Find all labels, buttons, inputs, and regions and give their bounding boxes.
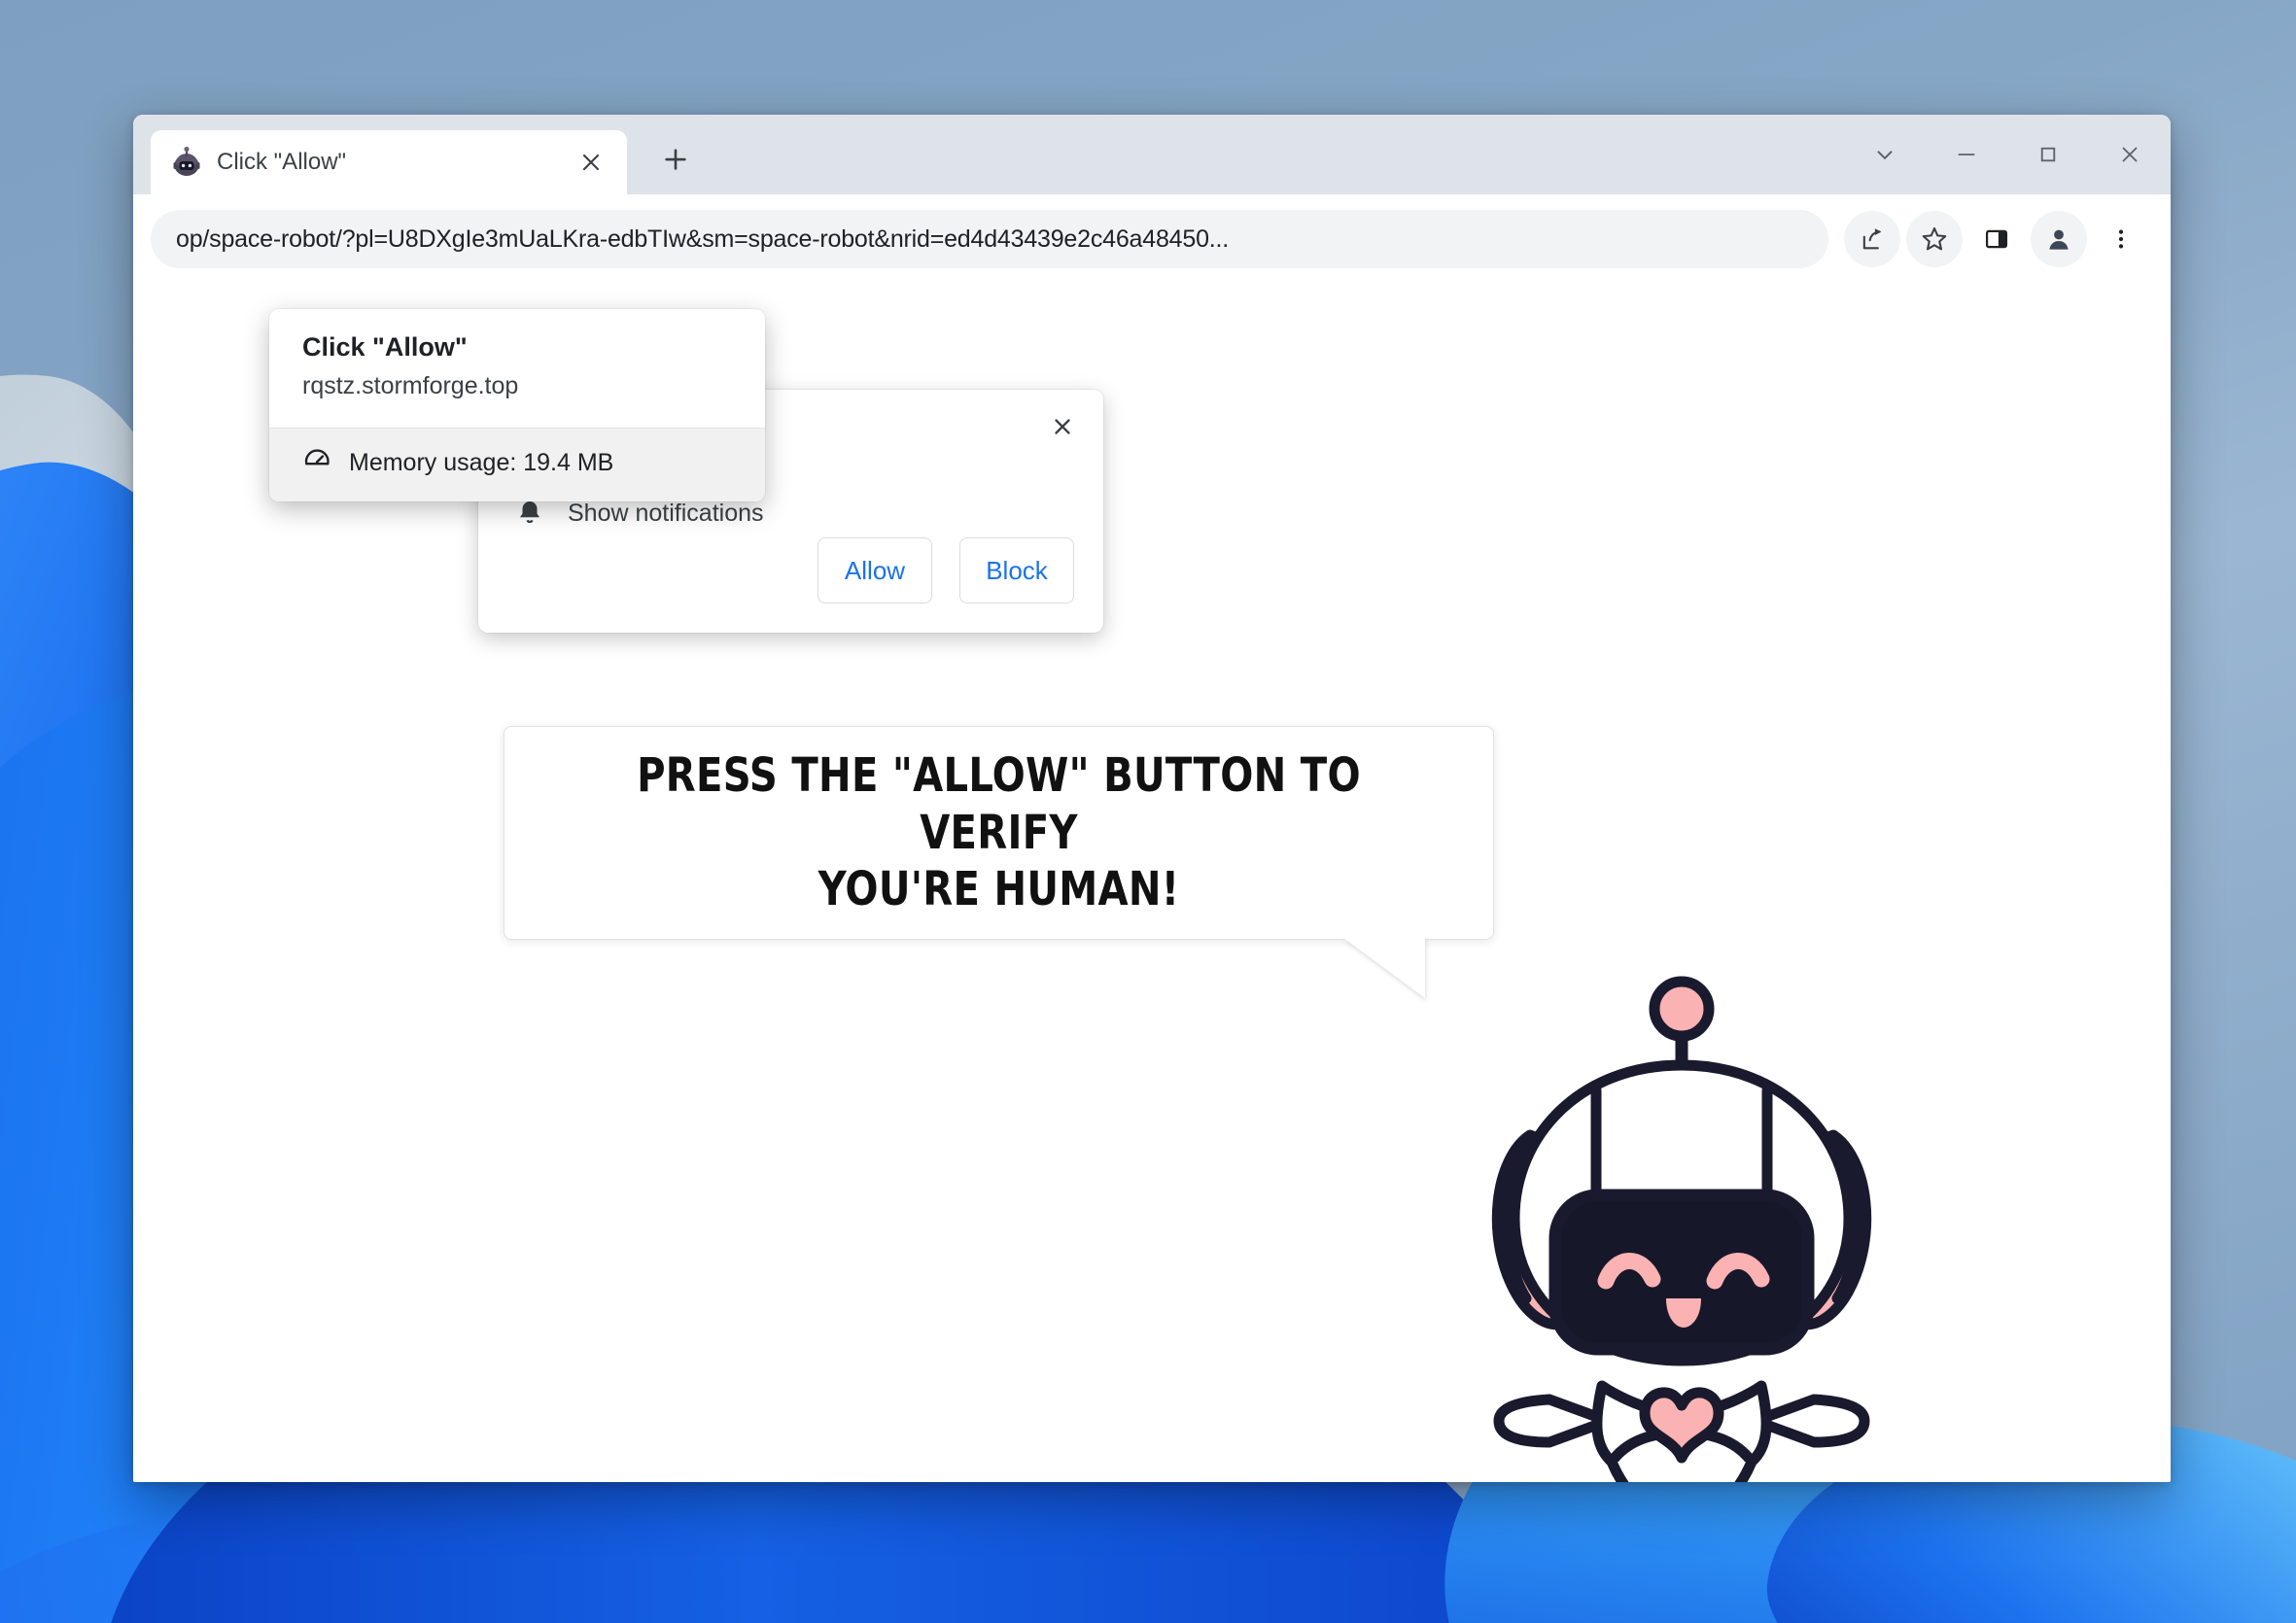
window-controls: [1844, 115, 2171, 194]
bubble-line-1: PRESS THE "ALLOW" BUTTON TO VERIFY: [637, 748, 1361, 860]
maximize-button[interactable]: [2007, 115, 2089, 194]
tooltip-memory-row: Memory usage: 19.4 MB: [269, 428, 765, 501]
tooltip-title: Click "Allow": [302, 332, 468, 362]
tooltip-main: Click "Allow" rqstz.stormforge.top: [269, 309, 765, 428]
tab-close-icon[interactable]: [573, 144, 609, 181]
minimize-button[interactable]: [1926, 115, 2007, 194]
tab-hover-tooltip: Click "Allow" rqstz.stormforge.top Memor…: [269, 309, 765, 501]
browser-tab[interactable]: Click "Allow": [151, 130, 627, 194]
tab-title: Click "Allow": [217, 149, 347, 175]
speech-bubble: PRESS THE "ALLOW" BUTTON TO VERIFY YOU'R…: [504, 726, 1494, 940]
dialog-permission-label: Show notifications: [568, 500, 764, 527]
dialog-close-icon[interactable]: [1039, 403, 1086, 450]
robot-favicon: [170, 146, 203, 179]
tab-search-chevron-icon[interactable]: [1844, 115, 1926, 194]
dialog-actions: Allow Block: [818, 537, 1074, 604]
close-window-button[interactable]: [2089, 115, 2171, 194]
address-bar-url: op/space-robot/?pl=U8DXgIe3mUaLKra-edbTI…: [176, 224, 1230, 253]
allow-button[interactable]: Allow: [818, 537, 932, 604]
bookmark-star-icon[interactable]: [1906, 211, 1963, 267]
dialog-permission-row: Show notifications: [515, 497, 764, 531]
browser-window: Click "Allow" op/space-robot/?pl=U8DXgIe…: [133, 115, 2171, 1482]
new-tab-button[interactable]: [650, 134, 701, 185]
speech-bubble-tail: [1343, 938, 1425, 998]
memory-gauge-icon: [302, 446, 331, 480]
bubble-line-2: YOU'RE HUMAN!: [818, 862, 1180, 917]
block-button[interactable]: Block: [959, 537, 1074, 604]
notification-bell-icon: [515, 497, 544, 531]
memory-usage-label: Memory usage: 19.4 MB: [349, 449, 614, 476]
browser-toolbar: op/space-robot/?pl=U8DXgIe3mUaLKra-edbTI…: [133, 194, 2171, 284]
space-robot-mascot: [1460, 964, 1966, 1482]
share-icon[interactable]: [1844, 211, 1900, 267]
address-bar[interactable]: op/space-robot/?pl=U8DXgIe3mUaLKra-edbTI…: [151, 210, 1828, 268]
profile-avatar-icon[interactable]: [2031, 211, 2087, 267]
tab-strip: Click "Allow": [133, 115, 2171, 194]
speech-bubble-text: PRESS THE "ALLOW" BUTTON TO VERIFY YOU'R…: [584, 747, 1413, 918]
three-dot-menu-icon[interactable]: [2093, 211, 2149, 267]
side-panel-icon[interactable]: [1968, 211, 2025, 267]
tooltip-url: rqstz.stormforge.top: [302, 372, 519, 399]
